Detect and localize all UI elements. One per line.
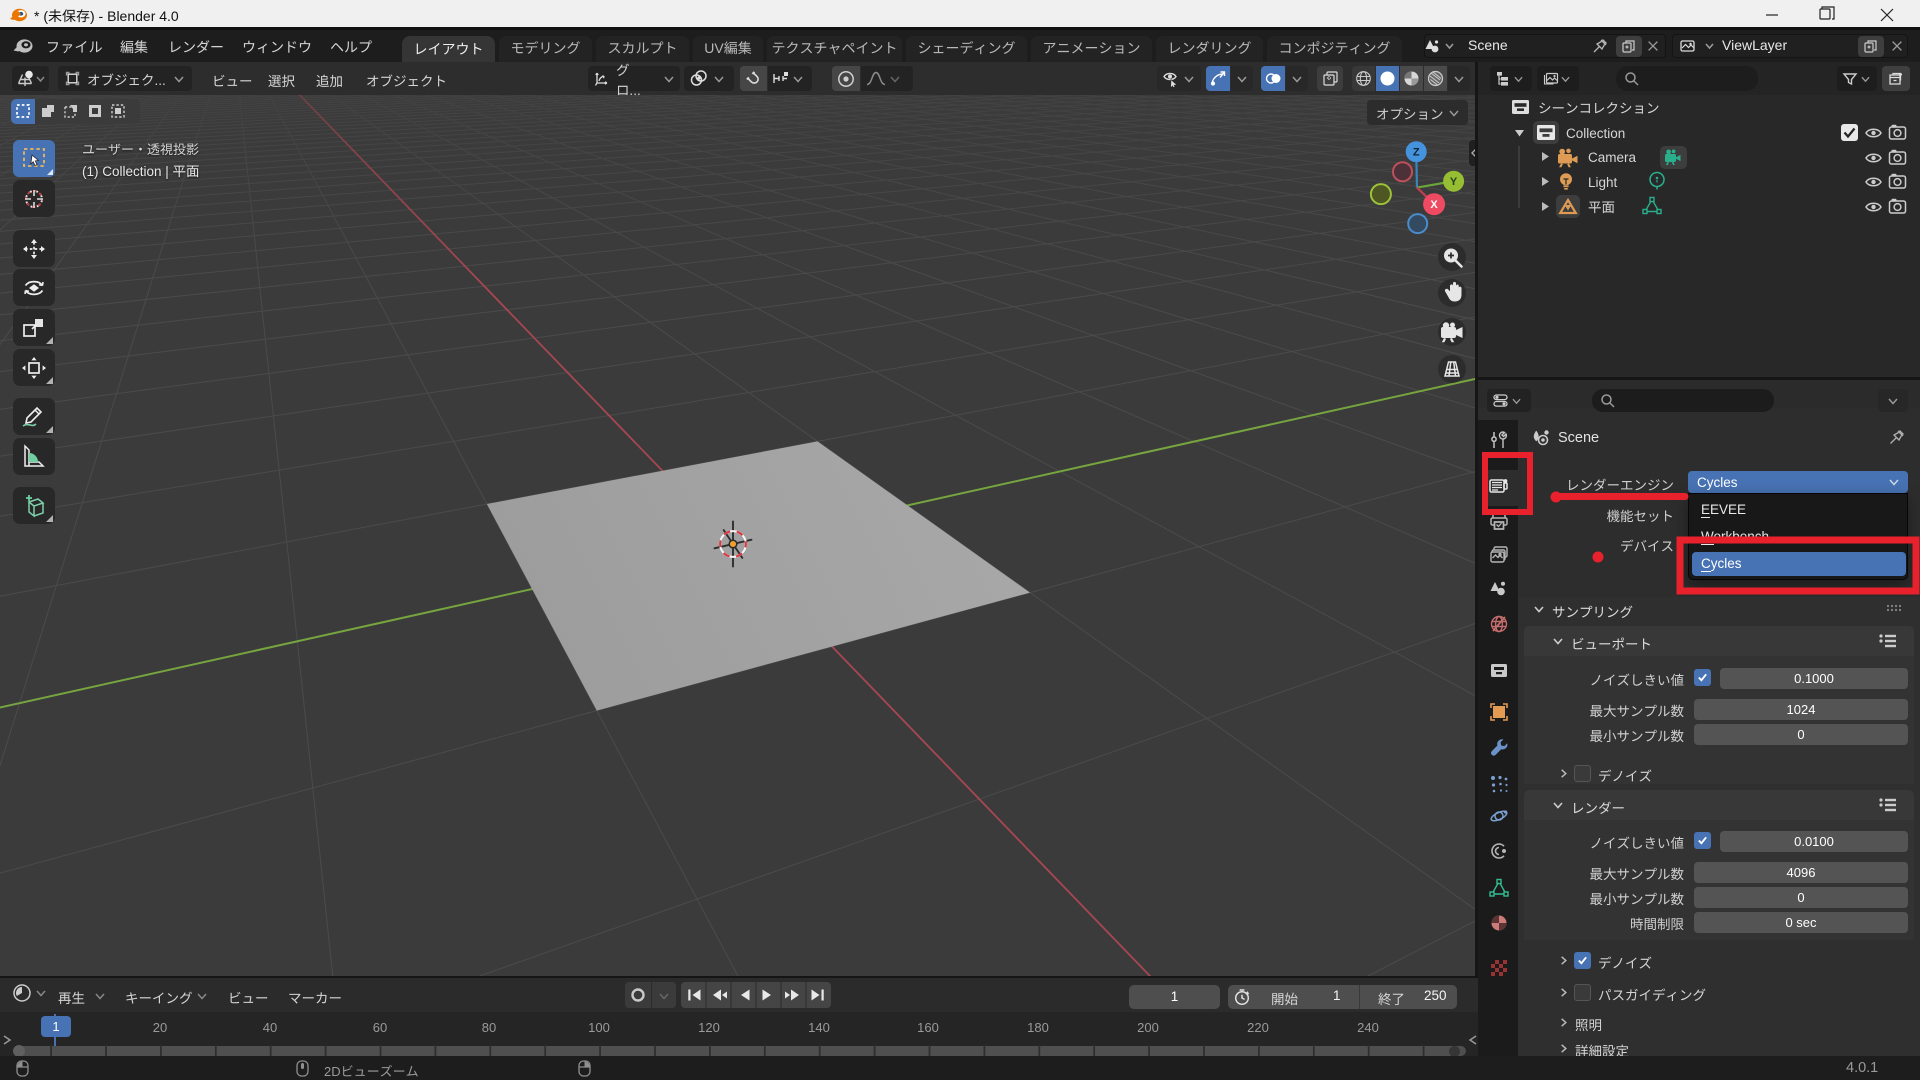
svg-text:Camera: Camera: [1588, 150, 1637, 165]
svg-text:Z: Z: [1413, 147, 1420, 159]
svg-text:Y: Y: [1450, 176, 1458, 188]
svg-text:平面: 平面: [1588, 200, 1615, 215]
svg-text:X: X: [1430, 199, 1438, 211]
svg-text:Light: Light: [1588, 175, 1618, 190]
svg-text:シーンコレクション: シーンコレクション: [1538, 101, 1660, 116]
svg-text:Collection: Collection: [1566, 126, 1625, 141]
